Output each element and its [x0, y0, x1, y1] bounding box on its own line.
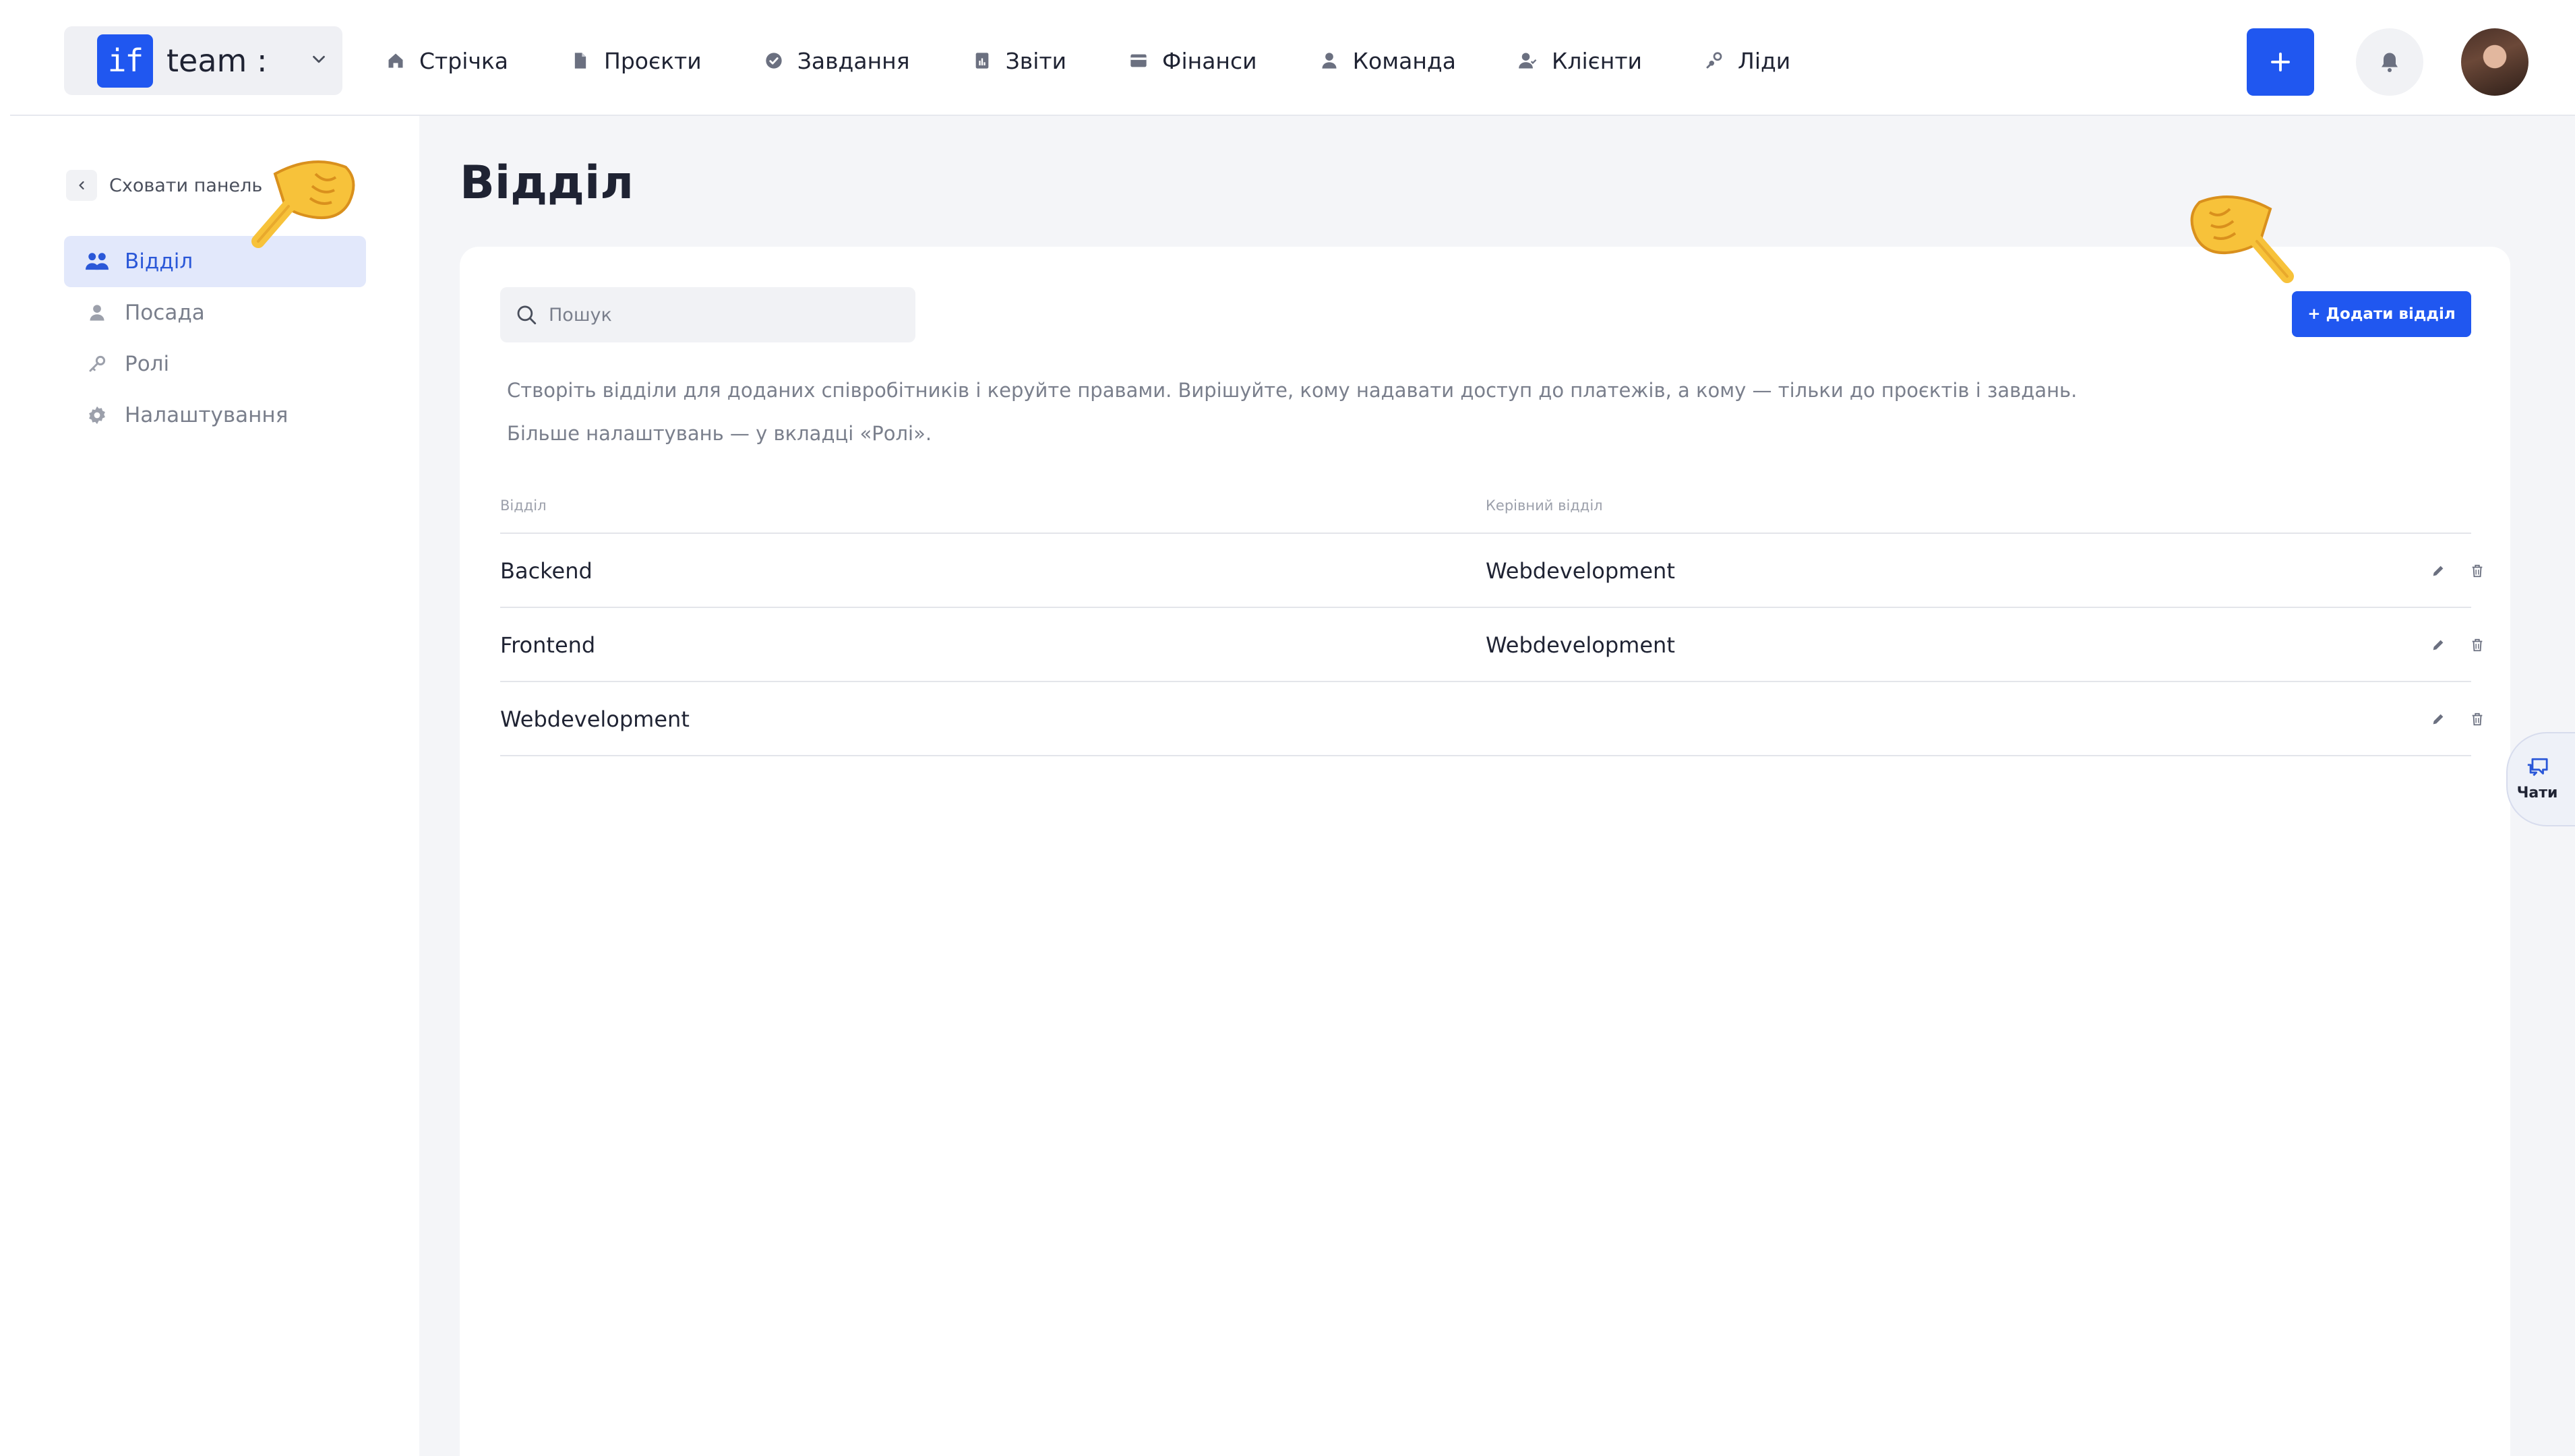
departments-table: Відділ Керівний відділ Backend Webdevelo… — [500, 489, 2483, 756]
edit-icon[interactable] — [2428, 709, 2448, 729]
brand-logo: if — [97, 34, 153, 88]
team-icon — [86, 250, 109, 273]
description-text: Створіть відділи для доданих співробітни… — [507, 379, 2078, 402]
home-icon — [384, 49, 407, 72]
nav-item-team[interactable]: Команда — [1318, 40, 1456, 81]
chats-label: Чати — [2516, 785, 2558, 801]
settings-sidebar: Сховати панель Відділ Посада Ролі Налашт… — [0, 116, 419, 1456]
bell-icon — [2382, 53, 2398, 72]
nav-item-label: Звіти — [1005, 47, 1067, 74]
departments-card: + Додати відділ Створіть відділи для дод… — [460, 247, 2510, 1456]
nav-item-label: Ліди — [1738, 47, 1791, 74]
file-icon — [569, 49, 592, 72]
nav-item-label: Завдання — [797, 47, 910, 74]
sidebar-menu: Відділ Посада Ролі Налаштування — [64, 236, 366, 441]
user-avatar[interactable] — [2461, 28, 2528, 96]
nav-item-finance[interactable]: Фінанси — [1127, 40, 1257, 81]
nav-item-label: Фінанси — [1162, 47, 1257, 74]
add-department-button[interactable]: + Додати відділ — [2292, 291, 2471, 337]
sidebar-item-settings[interactable]: Налаштування — [64, 390, 366, 441]
table-row[interactable]: Webdevelopment — [500, 682, 2483, 756]
sidebar-item-label: Відділ — [125, 249, 193, 274]
key-icon — [86, 353, 109, 375]
column-header-department: Відділ — [500, 497, 547, 514]
table-row[interactable]: Backend Webdevelopment — [500, 534, 2483, 608]
page-title: Відділ — [460, 156, 634, 210]
nav-item-projects[interactable]: Проєкти — [569, 40, 702, 81]
table-header: Відділ Керівний відділ — [500, 489, 2471, 534]
nav-item-reports[interactable]: Звіти — [971, 40, 1066, 81]
trash-icon[interactable] — [2467, 709, 2487, 729]
user-icon — [1318, 49, 1341, 72]
nav-item-tasks[interactable]: Завдання — [762, 40, 910, 81]
department-name: Backend — [500, 558, 593, 584]
chevron-down-icon — [309, 49, 329, 72]
wallet-icon — [1127, 49, 1150, 72]
department-name: Frontend — [500, 632, 596, 658]
clients-icon — [1517, 49, 1540, 72]
chat-icon — [2527, 758, 2548, 777]
nav-item-label: Проєкти — [604, 47, 702, 74]
nav-item-feed[interactable]: Стрічка — [384, 40, 508, 81]
main-nav: Стрічка Проєкти Завдання Звіти Фінанси К… — [384, 40, 1790, 81]
parent-department: Webdevelopment — [1486, 632, 1675, 658]
trash-icon[interactable] — [2467, 561, 2487, 581]
table-row[interactable]: Frontend Webdevelopment — [500, 608, 2483, 682]
sidebar-item-positions[interactable]: Посада — [64, 287, 366, 338]
chats-tab[interactable]: Чати — [2506, 732, 2575, 826]
nav-item-leads[interactable]: Ліди — [1703, 40, 1790, 81]
search-box[interactable] — [500, 287, 915, 342]
leads-icon — [1703, 49, 1726, 72]
chevron-left-icon — [66, 170, 97, 201]
create-button[interactable] — [2247, 28, 2314, 96]
brand-name: team : — [166, 42, 268, 79]
nav-item-clients[interactable]: Клієнти — [1517, 40, 1642, 81]
description-hint: Більше налаштувань — у вкладці «Ролі». — [507, 422, 932, 445]
sidebar-item-label: Ролі — [125, 352, 170, 376]
check-circle-icon — [762, 49, 785, 72]
edit-icon[interactable] — [2428, 561, 2448, 581]
gear-icon — [86, 404, 109, 427]
sidebar-item-label: Налаштування — [125, 403, 289, 427]
parent-department: Webdevelopment — [1486, 558, 1675, 584]
nav-item-label: Клієнти — [1551, 47, 1642, 74]
nav-item-label: Стрічка — [419, 47, 509, 74]
search-icon — [517, 305, 537, 325]
pointing-hand-icon — [2190, 195, 2294, 283]
workspace-switcher[interactable]: if team : — [64, 26, 342, 95]
nav-item-label: Команда — [1352, 47, 1456, 74]
trash-icon[interactable] — [2467, 635, 2487, 655]
notifications-button[interactable] — [2356, 28, 2423, 96]
department-name: Webdevelopment — [500, 706, 690, 732]
top-bar: if team : Стрічка Проєкти Завдання Звіти… — [10, 0, 2575, 116]
report-icon — [971, 49, 994, 72]
user-icon — [86, 301, 109, 324]
collapse-panel-button[interactable]: Сховати панель — [66, 170, 262, 201]
edit-icon[interactable] — [2428, 635, 2448, 655]
collapse-panel-label: Сховати панель — [109, 175, 263, 196]
column-header-parent: Керівний відділ — [1486, 497, 1603, 514]
pointing-hand-icon — [251, 160, 355, 248]
search-input[interactable] — [549, 304, 899, 326]
plus-icon — [2271, 53, 2290, 71]
main-content: Відділ + Додати відділ Створіть відділи … — [419, 116, 2575, 1456]
sidebar-item-label: Посада — [125, 301, 205, 325]
sidebar-item-roles[interactable]: Ролі — [64, 338, 366, 390]
